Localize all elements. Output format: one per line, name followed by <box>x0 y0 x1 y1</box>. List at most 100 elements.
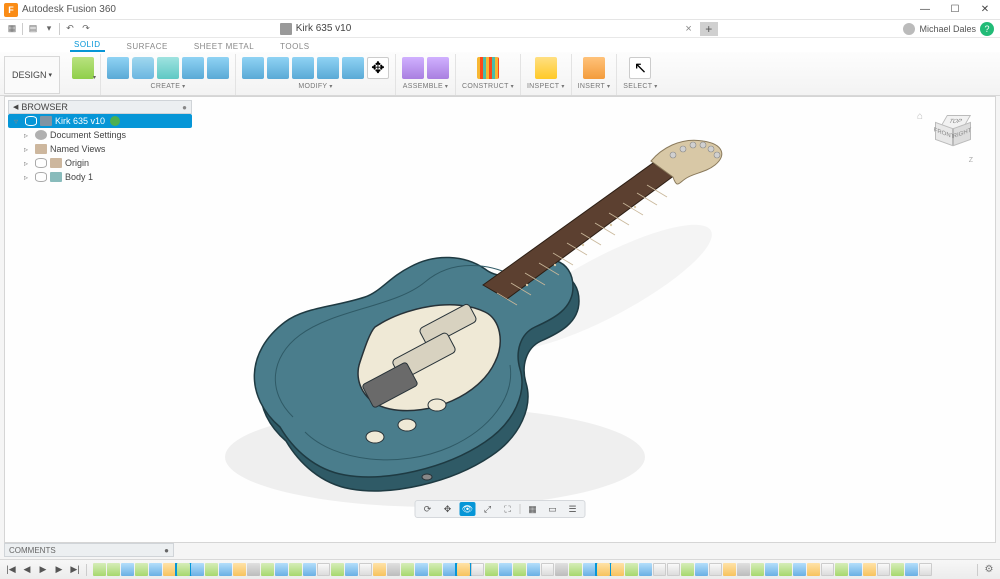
timeline-feature[interactable] <box>247 563 260 576</box>
timeline-feature[interactable] <box>597 563 610 576</box>
timeline-feature[interactable] <box>835 563 848 576</box>
timeline-feature[interactable] <box>905 563 918 576</box>
grid-settings-button[interactable]: ▭ <box>545 502 561 516</box>
tab-sheet-metal[interactable]: SHEET METAL <box>190 41 258 52</box>
timeline-feature[interactable] <box>527 563 540 576</box>
timeline-feature[interactable] <box>289 563 302 576</box>
fillet-button[interactable] <box>267 57 289 79</box>
inspect-group-label[interactable]: INSPECT <box>527 83 565 90</box>
timeline-feature[interactable] <box>261 563 274 576</box>
press-pull-button[interactable] <box>242 57 264 79</box>
insert-button[interactable] <box>583 57 605 79</box>
timeline-play-button[interactable]: ▶ <box>36 563 50 577</box>
document-tab[interactable]: Kirk 635 v10 × + <box>94 22 903 36</box>
create-sketch-button[interactable]: ▾ <box>72 57 94 79</box>
timeline-feature[interactable] <box>751 563 764 576</box>
window-minimize-button[interactable]: — <box>910 0 940 20</box>
save-button[interactable]: ▾ <box>41 21 57 37</box>
help-button[interactable]: ? <box>980 22 994 36</box>
pan-button[interactable]: ✥ <box>440 502 456 516</box>
timeline-feature[interactable] <box>639 563 652 576</box>
timeline-feature[interactable] <box>471 563 484 576</box>
timeline-strip[interactable] <box>91 563 973 576</box>
split-button[interactable] <box>342 57 364 79</box>
timeline-end-button[interactable]: ▶| <box>68 563 82 577</box>
timeline-feature[interactable] <box>807 563 820 576</box>
orbit-button[interactable]: ⟳ <box>420 502 436 516</box>
timeline-feature[interactable] <box>191 563 204 576</box>
tab-close-button[interactable]: × <box>685 23 691 35</box>
timeline-feature[interactable] <box>625 563 638 576</box>
timeline-feature[interactable] <box>219 563 232 576</box>
revolve-button[interactable] <box>132 57 154 79</box>
pin-icon[interactable]: ● <box>182 103 187 112</box>
timeline-feature[interactable] <box>149 563 162 576</box>
shell-button[interactable] <box>292 57 314 79</box>
loft-button[interactable] <box>182 57 204 79</box>
tab-surface[interactable]: SURFACE <box>123 41 172 52</box>
sweep-button[interactable] <box>157 57 179 79</box>
timeline-feature[interactable] <box>485 563 498 576</box>
timeline-feature[interactable] <box>499 563 512 576</box>
browser-header[interactable]: ◀ BROWSER ● <box>8 100 192 114</box>
timeline-feature[interactable] <box>541 563 554 576</box>
redo-button[interactable]: ↷ <box>78 21 94 37</box>
timeline-feature[interactable] <box>317 563 330 576</box>
timeline-feature[interactable] <box>765 563 778 576</box>
timeline-feature[interactable] <box>695 563 708 576</box>
select-button[interactable]: ↖ <box>629 57 651 79</box>
guitar-model[interactable] <box>175 97 755 527</box>
modify-group-label[interactable]: MODIFY <box>298 83 332 90</box>
browser-node-document-settings[interactable]: ▹ Document Settings <box>8 128 192 142</box>
timeline-feature[interactable] <box>177 563 190 576</box>
timeline-feature[interactable] <box>331 563 344 576</box>
timeline-feature[interactable] <box>233 563 246 576</box>
timeline-feature[interactable] <box>387 563 400 576</box>
timeline-feature[interactable] <box>849 563 862 576</box>
window-maximize-button[interactable]: ☐ <box>940 0 970 20</box>
create-group-label[interactable]: CREATE <box>151 83 186 90</box>
timeline-feature[interactable] <box>779 563 792 576</box>
home-view-button[interactable]: ⌂ <box>917 111 923 122</box>
zoom-button[interactable]: ⤢ <box>480 502 496 516</box>
timeline-feature[interactable] <box>359 563 372 576</box>
new-tab-button[interactable]: + <box>700 22 718 36</box>
as-built-joint-button[interactable] <box>427 57 449 79</box>
measure-button[interactable] <box>535 57 557 79</box>
joint-button[interactable] <box>402 57 424 79</box>
data-panel-button[interactable]: ▦ <box>4 21 20 37</box>
timeline-feature[interactable] <box>401 563 414 576</box>
timeline-feature[interactable] <box>429 563 442 576</box>
construct-plane-button[interactable] <box>477 57 499 79</box>
timeline-feature[interactable] <box>583 563 596 576</box>
user-avatar[interactable] <box>903 23 915 35</box>
box-button[interactable] <box>207 57 229 79</box>
timeline-feature[interactable] <box>709 563 722 576</box>
select-group-label[interactable]: SELECT <box>623 83 657 90</box>
look-at-button[interactable]: 👁 <box>460 502 476 516</box>
timeline-feature[interactable] <box>205 563 218 576</box>
undo-button[interactable]: ↶ <box>62 21 78 37</box>
timeline-feature[interactable] <box>135 563 148 576</box>
timeline-feature[interactable] <box>863 563 876 576</box>
tab-tools[interactable]: TOOLS <box>276 41 313 52</box>
timeline-settings-button[interactable]: ⚙ <box>982 563 996 577</box>
timeline-feature[interactable] <box>667 563 680 576</box>
timeline-feature[interactable] <box>891 563 904 576</box>
combine-button[interactable] <box>317 57 339 79</box>
timeline-feature[interactable] <box>821 563 834 576</box>
browser-node-named-views[interactable]: ▹ Named Views <box>8 142 192 156</box>
timeline-feature[interactable] <box>457 563 470 576</box>
timeline-feature[interactable] <box>611 563 624 576</box>
window-close-button[interactable]: ✕ <box>970 0 1000 20</box>
move-button[interactable]: ✥ <box>367 57 389 79</box>
timeline-feature[interactable] <box>443 563 456 576</box>
timeline-feature[interactable] <box>555 563 568 576</box>
timeline-back-button[interactable]: ◀ <box>20 563 34 577</box>
fit-button[interactable]: ⛶ <box>500 502 516 516</box>
timeline-feature[interactable] <box>653 563 666 576</box>
timeline-feature[interactable] <box>275 563 288 576</box>
timeline-feature[interactable] <box>373 563 386 576</box>
timeline-feature[interactable] <box>737 563 750 576</box>
browser-root-node[interactable]: ▿ Kirk 635 v10 <box>8 114 192 128</box>
